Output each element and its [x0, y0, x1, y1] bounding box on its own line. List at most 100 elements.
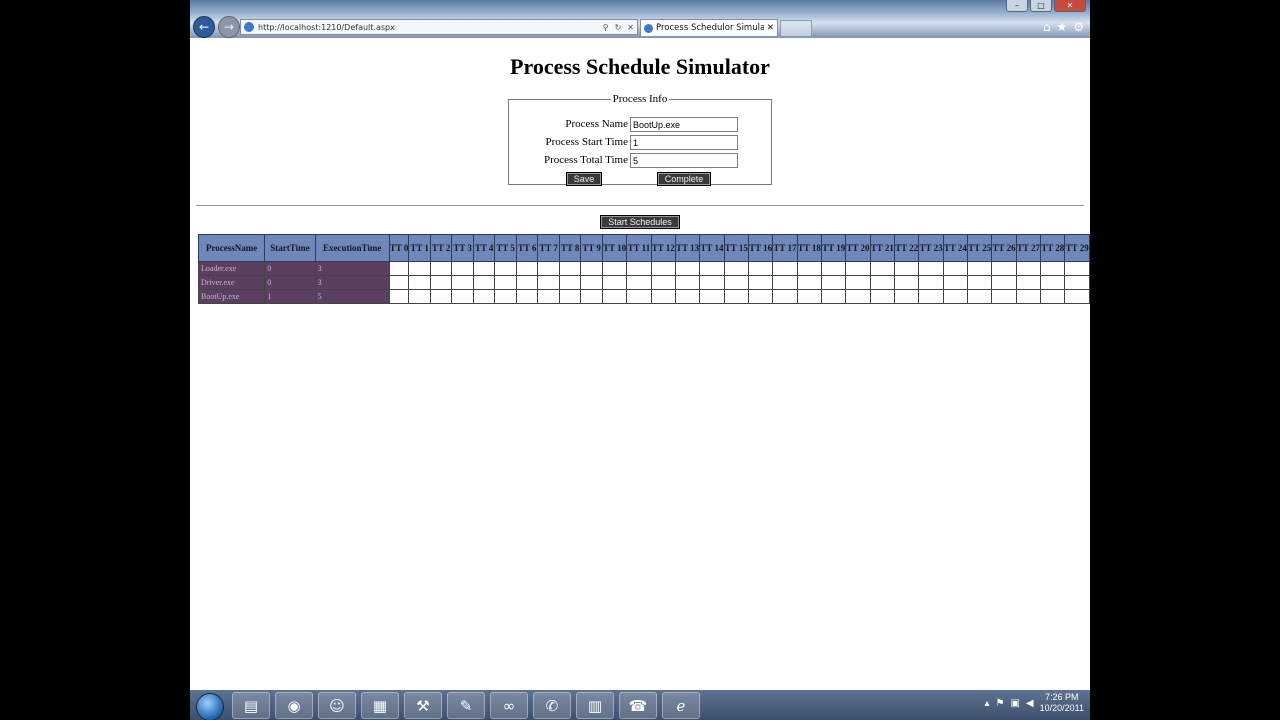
- flag-icon[interactable]: ⚑: [995, 698, 1004, 709]
- process-start-label: Process Start Time: [545, 136, 628, 148]
- time-slot-cell: [429, 289, 453, 304]
- notebook-icon[interactable]: ▥: [576, 692, 614, 719]
- close-window-button[interactable]: ✕: [1054, 0, 1086, 12]
- tab-process-schedulor[interactable]: Process Schedulor Simulator ✕: [640, 19, 778, 36]
- time-slot-cell: [918, 275, 944, 290]
- tools-icon[interactable]: ⚒: [404, 692, 442, 719]
- forward-button[interactable]: →: [218, 16, 240, 38]
- header-time-tick: TT 23: [918, 234, 944, 262]
- save-button[interactable]: Save: [566, 172, 602, 186]
- time-slot-cell: [820, 275, 847, 290]
- volume-icon[interactable]: ◀: [1026, 698, 1034, 709]
- clock-date: 10/20/2011: [1039, 703, 1084, 713]
- time-slot-cell: [699, 289, 725, 304]
- header-time-tick: TT 25: [967, 234, 993, 262]
- chrome-icon[interactable]: ◉: [275, 692, 313, 719]
- minimize-button[interactable]: –: [1006, 0, 1028, 12]
- time-slot-cell: [942, 261, 969, 276]
- header-time-tick: TT 24: [942, 234, 969, 262]
- time-slot-cell: [388, 289, 410, 304]
- time-slot-cell: [1064, 289, 1090, 304]
- cell-exec: 3: [314, 275, 390, 290]
- address-bar[interactable]: http://localhost:1210/Default.aspx ⚲ ↻ ✕: [240, 19, 638, 35]
- header-time-tick: TT 8: [558, 234, 582, 262]
- process-total-input[interactable]: [630, 153, 738, 168]
- address-url[interactable]: http://localhost:1210/Default.aspx: [258, 23, 600, 32]
- complete-button[interactable]: Complete: [657, 172, 711, 186]
- time-slot-cell: [388, 261, 410, 276]
- time-slot-cell: [451, 261, 474, 276]
- time-slot-cell: [967, 289, 993, 304]
- maximize-button[interactable]: □: [1030, 0, 1052, 12]
- time-slot-cell: [601, 261, 628, 276]
- process-name-input[interactable]: [630, 117, 738, 132]
- header-time-tick: TT 16: [747, 234, 774, 262]
- time-slot-cell: [894, 289, 920, 304]
- time-slot-cell: [558, 289, 582, 304]
- tray-arrow-icon[interactable]: ▴: [984, 698, 989, 709]
- header-time-tick: TT 6: [515, 234, 539, 262]
- page-title: Process Schedule Simulator: [510, 54, 770, 79]
- back-button[interactable]: ←: [193, 16, 215, 38]
- header-time-tick: TT 2: [429, 234, 453, 262]
- home-icon[interactable]: ⌂: [1043, 20, 1051, 34]
- time-slot-cell: [991, 261, 1017, 276]
- search-icon[interactable]: ⚲: [603, 23, 609, 32]
- process-info-legend: Process Info: [612, 93, 668, 105]
- time-slot-cell: [967, 275, 993, 290]
- time-slot-cell: [869, 275, 896, 290]
- header-time-tick: TT 14: [699, 234, 725, 262]
- time-slot-cell: [388, 275, 410, 290]
- time-slot-cell: [894, 261, 920, 276]
- editor-icon[interactable]: ✎: [447, 692, 485, 719]
- process-total-row: Process Total Time: [509, 153, 771, 168]
- close-icon[interactable]: ✕: [627, 23, 634, 32]
- backpack-icon[interactable]: ▦: [361, 692, 399, 719]
- time-slot-cell: [515, 275, 539, 290]
- header-time-tick: TT 20: [845, 234, 871, 262]
- header-time-tick: TT 7: [537, 234, 560, 262]
- time-slot-cell: [494, 275, 517, 290]
- talk-icon[interactable]: ✆: [533, 692, 571, 719]
- favorites-star-icon[interactable]: ★: [1056, 20, 1067, 34]
- table-row: Driver.exe 0 3: [197, 275, 1090, 290]
- table-row: Loader.exe 0 3: [197, 261, 1090, 276]
- time-slot-cell: [429, 261, 453, 276]
- time-slot-cell: [601, 289, 628, 304]
- network-icon[interactable]: ▣: [1010, 698, 1019, 709]
- phone-icon[interactable]: ☎: [619, 692, 657, 719]
- ie-page-icon: [244, 22, 254, 32]
- time-slot-cell: [580, 261, 603, 276]
- time-slot-cell: [820, 261, 847, 276]
- desktop-screen: – □ ✕ ← → http://localhost:1210/Default.…: [190, 0, 1090, 720]
- time-slot-cell: [1015, 275, 1042, 290]
- time-slot-cell: [723, 289, 749, 304]
- gear-icon[interactable]: ⚙: [1073, 20, 1084, 34]
- time-slot-cell: [894, 275, 920, 290]
- ie-icon[interactable]: ℯ: [662, 692, 700, 719]
- clock[interactable]: 7:26 PM 10/20/2011: [1040, 692, 1084, 714]
- time-slot-cell: [537, 289, 560, 304]
- time-slot-cell: [537, 261, 560, 276]
- table-row: BootUp.exe 1 5: [197, 289, 1090, 304]
- link-icon[interactable]: ∞: [490, 692, 528, 719]
- schedule-table: ProcessName StartTime ExecutionTime TT 0…: [197, 234, 1090, 304]
- start-button[interactable]: [196, 693, 224, 720]
- time-slot-cell: [942, 275, 969, 290]
- time-slot-cell: [558, 261, 582, 276]
- time-slot-cell: [472, 289, 496, 304]
- new-tab-button[interactable]: [780, 20, 812, 37]
- refresh-icon[interactable]: ↻: [615, 23, 622, 32]
- divider: [196, 205, 1084, 206]
- time-slot-cell: [558, 275, 582, 290]
- start-schedules-button[interactable]: Start Schedules: [600, 215, 680, 229]
- process-start-input[interactable]: [630, 135, 738, 150]
- time-slot-cell: [796, 289, 822, 304]
- process-name-row: Process Name: [509, 117, 771, 132]
- time-slot-cell: [650, 289, 676, 304]
- explorer-icon[interactable]: ▤: [232, 692, 270, 719]
- contacts-icon[interactable]: ☺: [318, 692, 356, 719]
- header-time-tick: TT 22: [894, 234, 920, 262]
- tab-close-icon[interactable]: ✕: [767, 23, 774, 33]
- time-slot-cell: [1040, 289, 1066, 304]
